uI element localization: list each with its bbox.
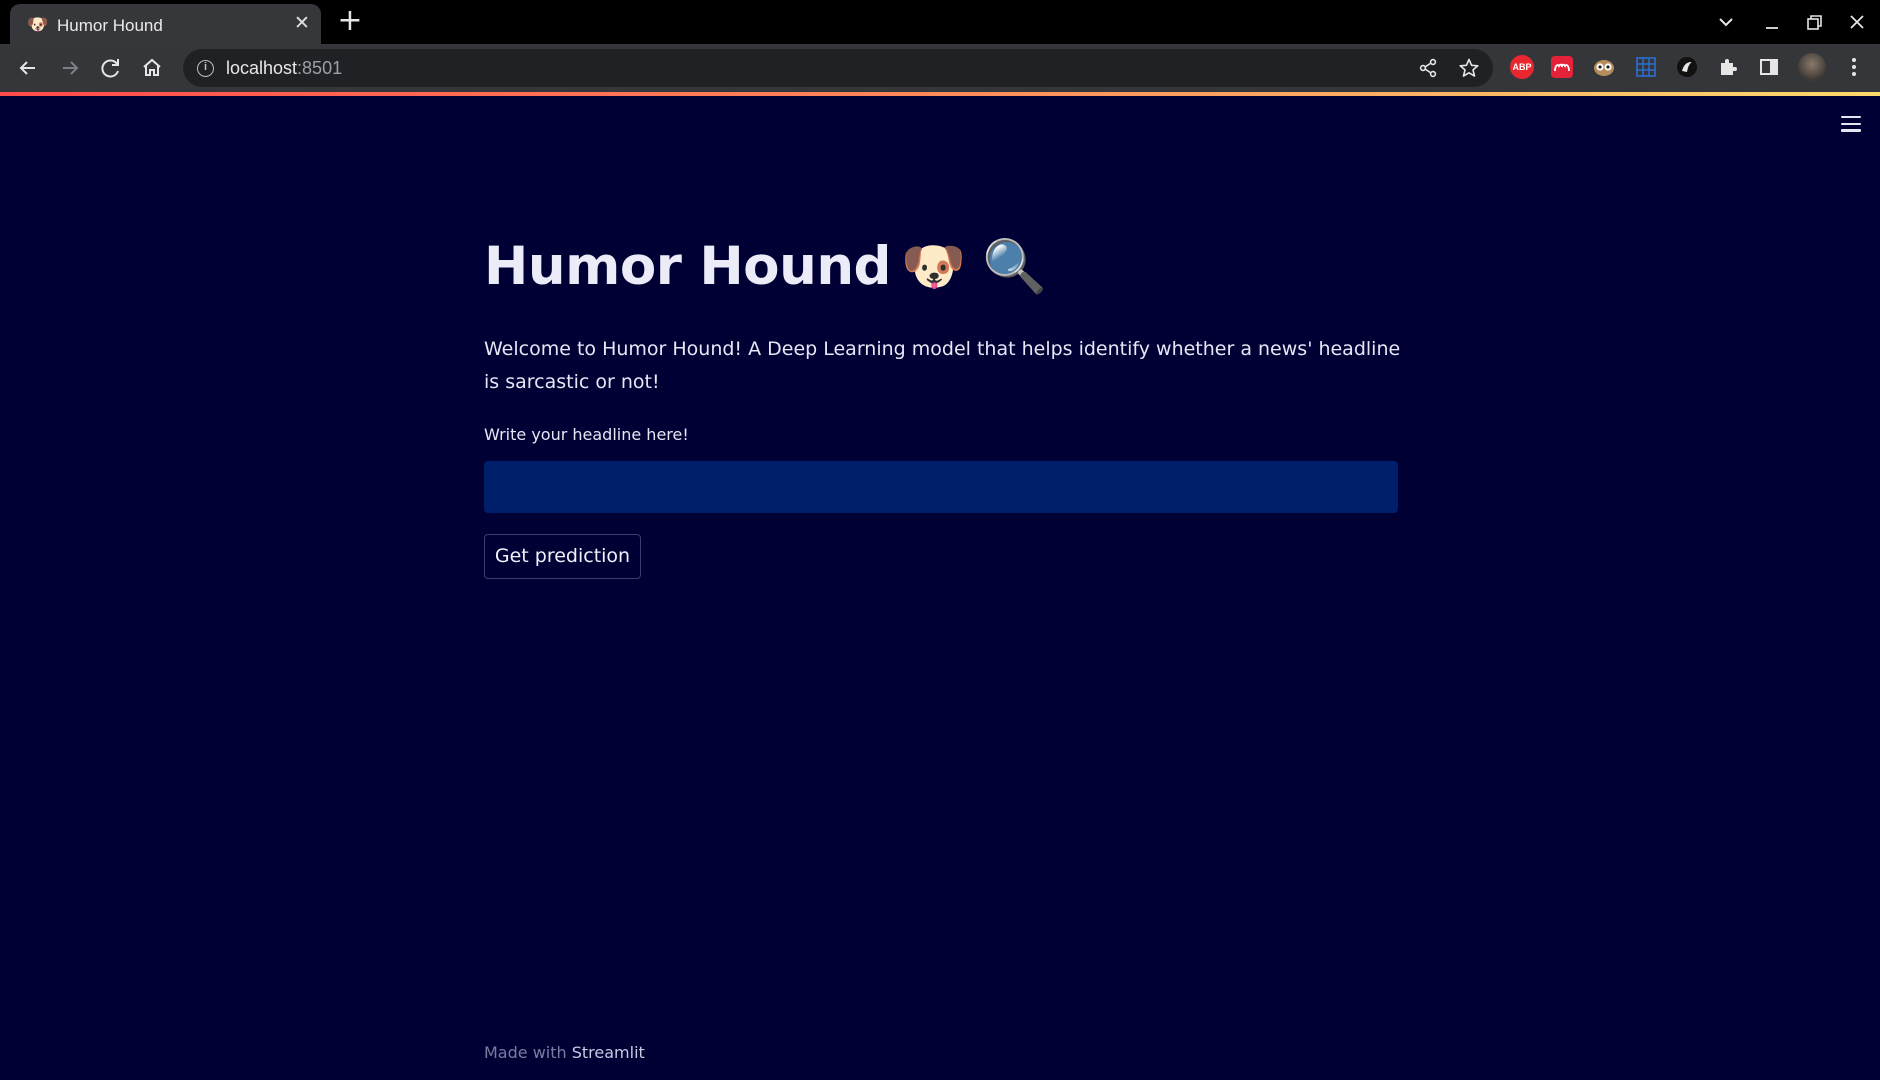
page-title-text: Humor Hound bbox=[484, 236, 891, 297]
url-text[interactable]: localhost:8501 bbox=[226, 58, 342, 79]
adblock-plus-icon[interactable]: ABP bbox=[1510, 55, 1534, 79]
minimize-icon bbox=[1766, 27, 1778, 29]
dog-favicon-icon: 🐶 bbox=[27, 15, 49, 35]
paw-extension-icon[interactable] bbox=[1675, 55, 1699, 79]
translate-grid-icon[interactable] bbox=[1634, 55, 1658, 79]
footer: Made with Streamlit bbox=[484, 1043, 645, 1062]
paw-glyph-icon bbox=[1677, 57, 1697, 77]
home-icon[interactable] bbox=[138, 54, 166, 82]
mendeley-icon[interactable] bbox=[1551, 56, 1573, 78]
url-host: localhost bbox=[226, 58, 298, 78]
tab-search-chevron-icon[interactable] bbox=[1714, 10, 1738, 34]
forward-arrow-icon[interactable] bbox=[56, 54, 84, 82]
headline-input-label: Write your headline here! bbox=[484, 425, 689, 444]
extensions-puzzle-icon[interactable] bbox=[1716, 55, 1740, 79]
close-window-button[interactable] bbox=[1843, 8, 1871, 36]
url-port: :8501 bbox=[297, 58, 343, 78]
back-arrow-icon[interactable] bbox=[14, 54, 42, 82]
share-icon[interactable] bbox=[1417, 57, 1439, 79]
new-tab-button[interactable]: + bbox=[337, 6, 363, 36]
app-menu-hamburger-icon[interactable] bbox=[1840, 116, 1862, 134]
get-prediction-button[interactable]: Get prediction bbox=[484, 534, 641, 579]
bookmark-star-icon[interactable] bbox=[1458, 57, 1480, 79]
tab-close-icon[interactable]: ✕ bbox=[292, 13, 312, 33]
headline-input[interactable] bbox=[484, 461, 1398, 513]
close-window-icon bbox=[1850, 15, 1864, 29]
page-title: Humor Hound 🐶 🔍 bbox=[484, 236, 1047, 297]
browser-menu-kebab-icon[interactable] bbox=[1842, 55, 1866, 79]
browser-toolbar: i localhost:8501 ABP bbox=[0, 44, 1880, 92]
streamlit-decoration-bar bbox=[0, 92, 1880, 96]
dog-magnifier-emoji-icon: 🐶 🔍 bbox=[900, 237, 1048, 297]
browser-tab[interactable]: 🐶 Humor Hound ✕ bbox=[10, 4, 321, 44]
profile-avatar[interactable] bbox=[1798, 53, 1826, 81]
site-info-icon[interactable]: i bbox=[197, 60, 214, 77]
owl-extension-icon[interactable] bbox=[1592, 55, 1616, 79]
grid-glyph-icon bbox=[1636, 57, 1656, 77]
address-bar[interactable]: i localhost:8501 bbox=[183, 49, 1493, 87]
footer-prefix: Made with bbox=[484, 1043, 572, 1062]
tab-title: Humor Hound bbox=[57, 16, 163, 35]
minimize-button[interactable] bbox=[1758, 8, 1786, 36]
streamlit-link[interactable]: Streamlit bbox=[572, 1043, 645, 1062]
side-panel-icon[interactable] bbox=[1757, 55, 1781, 79]
mendeley-glyph-icon bbox=[1554, 63, 1570, 72]
intro-paragraph: Welcome to Humor Hound! A Deep Learning … bbox=[484, 338, 1401, 393]
restore-button[interactable] bbox=[1800, 8, 1828, 36]
reload-icon[interactable] bbox=[97, 54, 125, 82]
owl-glyph-icon bbox=[1594, 60, 1614, 76]
browser-tab-strip: 🐶 Humor Hound ✕ + bbox=[0, 0, 1880, 44]
restore-icon bbox=[1807, 15, 1822, 30]
